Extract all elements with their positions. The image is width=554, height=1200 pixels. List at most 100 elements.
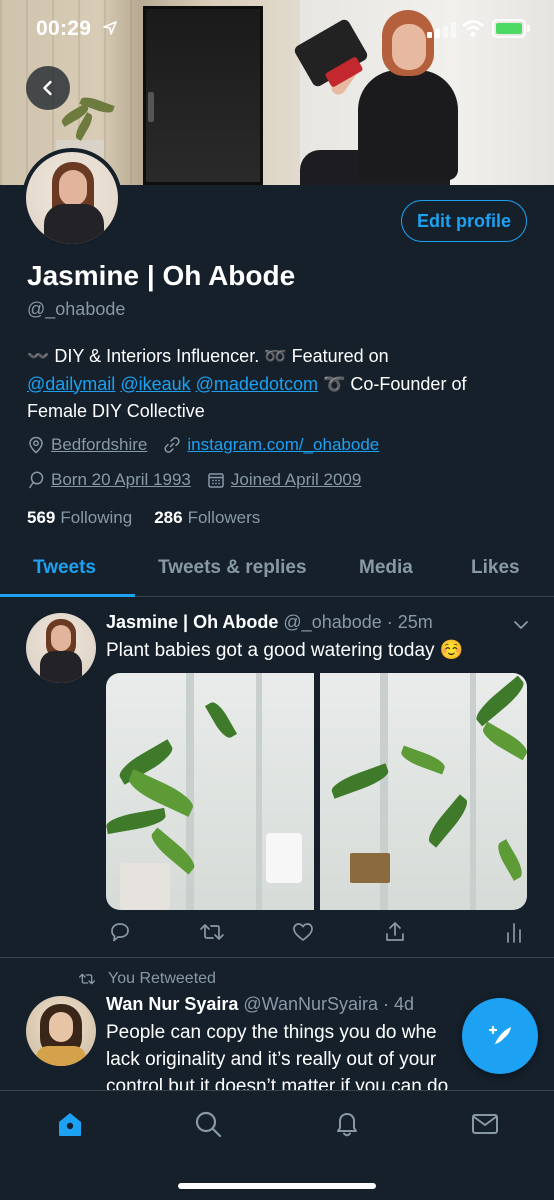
profile-meta-row-1: Bedfordshire instagram.com/_ohabode xyxy=(27,435,395,455)
plant-leaf xyxy=(398,745,447,775)
profile-handle: @_ohabode xyxy=(27,299,126,319)
tweet-divider xyxy=(0,957,554,958)
tweet-actions xyxy=(106,920,527,948)
reply-icon[interactable] xyxy=(108,920,132,944)
profile-joined: Joined April 2009 xyxy=(207,470,361,490)
bio-text: Featured on xyxy=(286,346,389,366)
shower-frame xyxy=(186,673,194,910)
joined-text: Joined April 2009 xyxy=(230,470,362,489)
status-time: 00:29 xyxy=(36,17,92,40)
retweet-indicator: You Retweeted xyxy=(78,970,216,988)
avatar-face xyxy=(59,170,87,206)
profile-website[interactable]: instagram.com/_ohabode xyxy=(163,435,379,455)
banner-person-body xyxy=(358,70,458,180)
tweet-header: Wan Nur Syaira @WanNurSyaira · 4d xyxy=(106,994,414,1015)
compose-feather-icon xyxy=(488,1025,511,1046)
tweet-meta: @WanNurSyaira · 4d xyxy=(238,994,415,1014)
calendar-icon xyxy=(208,473,224,488)
link-icon xyxy=(164,437,180,453)
bio-text: Co-Founder of xyxy=(345,373,467,394)
like-heart-icon[interactable] xyxy=(291,920,315,944)
location-text: Bedfordshire xyxy=(51,435,148,454)
chevron-left-icon xyxy=(43,80,52,96)
followers-link[interactable]: 286 Followers xyxy=(154,508,260,528)
share-icon[interactable] xyxy=(383,920,407,944)
bio-mention-ikeauk[interactable]: @ikeauk xyxy=(120,374,190,394)
wifi-icon xyxy=(462,20,484,37)
plant-leaf xyxy=(471,675,527,727)
tweet-header: Jasmine | Oh Abode @_ohabode · 25m xyxy=(106,612,433,633)
retweet-icon[interactable] xyxy=(199,920,225,944)
bio-mention-dailymail[interactable]: @dailymail xyxy=(27,374,115,394)
search-icon[interactable] xyxy=(193,1109,223,1139)
website-link[interactable]: instagram.com/_ohabode xyxy=(187,435,379,455)
shower-frame xyxy=(256,673,262,910)
following-count: 569 xyxy=(27,508,56,527)
following-link[interactable]: 569 Following xyxy=(27,508,132,528)
tweet-avatar[interactable] xyxy=(26,613,96,683)
profile-bio: 〰️ DIY & Interiors Influencer. ➿ Feature… xyxy=(27,343,537,426)
tab-tweets[interactable]: Tweets xyxy=(33,557,96,579)
plant-leaf xyxy=(478,721,527,761)
banner-door-handle xyxy=(148,92,154,122)
bio-wave-symbol: 〰️ xyxy=(27,346,50,366)
cell-signal-icon xyxy=(427,22,456,38)
profile-tabs: Tweets Tweets & replies Media Likes xyxy=(0,545,554,597)
tweet-photo-2[interactable] xyxy=(319,673,527,910)
tweet-author-name[interactable]: Jasmine | Oh Abode xyxy=(106,612,278,632)
avatar-body xyxy=(40,651,82,683)
location-arrow-icon xyxy=(103,21,117,35)
analytics-icon[interactable] xyxy=(504,920,526,944)
home-icon[interactable] xyxy=(55,1109,85,1139)
tab-likes[interactable]: Likes xyxy=(471,557,520,579)
avatar-body xyxy=(36,1046,86,1066)
bio-curly-loop-symbol: ➰ xyxy=(317,373,346,394)
follow-stats: 569 Following 286 Followers xyxy=(27,508,282,528)
active-tab-indicator xyxy=(0,594,135,597)
profile-meta-row-2: Born 20 April 1993 Joined April 2009 xyxy=(27,470,377,490)
chevron-down-icon[interactable] xyxy=(512,616,530,634)
birthday-text: Born 20 April 1993 xyxy=(51,470,191,489)
edit-profile-button[interactable]: Edit profile xyxy=(401,200,527,242)
profile-birthday: Born 20 April 1993 xyxy=(27,470,191,490)
messages-envelope-icon[interactable] xyxy=(470,1109,500,1139)
plant-pot xyxy=(120,863,170,910)
retweet-label: You Retweeted xyxy=(108,970,216,987)
profile-avatar[interactable] xyxy=(22,148,122,248)
tab-media[interactable]: Media xyxy=(359,557,413,579)
tweet-meta: @_ohabode · 25m xyxy=(278,612,433,632)
tab-tweets-replies[interactable]: Tweets & replies xyxy=(158,557,307,579)
bio-loop-symbol: ➿ xyxy=(264,346,287,366)
toilet xyxy=(266,833,302,883)
tweet-media[interactable] xyxy=(106,673,527,910)
tweet-photo-1[interactable] xyxy=(106,673,314,910)
tweet-text: Plant babies got a good watering today ☺… xyxy=(106,640,464,661)
profile-location: Bedfordshire xyxy=(27,435,147,455)
retweet-icon xyxy=(78,973,95,985)
tweet-avatar[interactable] xyxy=(26,996,96,1066)
avatar-body xyxy=(44,204,104,244)
profile-display-name: Jasmine | Oh Abode xyxy=(27,260,296,291)
bio-mention-madedotcom[interactable]: @madedotcom xyxy=(196,374,318,394)
plant-leaf xyxy=(204,699,238,741)
home-indicator[interactable] xyxy=(178,1183,376,1189)
compose-tweet-button[interactable] xyxy=(462,998,538,1074)
tweet-author-name[interactable]: Wan Nur Syaira xyxy=(106,994,238,1014)
battery-icon xyxy=(492,19,526,38)
plant-leaf xyxy=(423,794,472,848)
following-label: Following xyxy=(60,508,133,527)
bio-text: Female DIY Collective xyxy=(27,401,205,421)
location-pin-icon xyxy=(29,436,43,454)
balloon-icon xyxy=(29,471,44,489)
avatar-face xyxy=(49,1012,73,1042)
tweet-text-line: lack originality and it’s really out of … xyxy=(106,1049,437,1070)
notifications-bell-icon[interactable] xyxy=(332,1109,362,1139)
shower-frame xyxy=(469,673,476,910)
followers-label: Followers xyxy=(187,508,261,527)
back-button[interactable] xyxy=(26,66,70,110)
battery-tip xyxy=(527,25,530,32)
status-bar: 00:29 xyxy=(0,0,554,60)
bio-text: DIY & Interiors Influencer. xyxy=(49,346,265,366)
plant-leaf xyxy=(493,839,526,881)
avatar-face xyxy=(51,625,71,651)
